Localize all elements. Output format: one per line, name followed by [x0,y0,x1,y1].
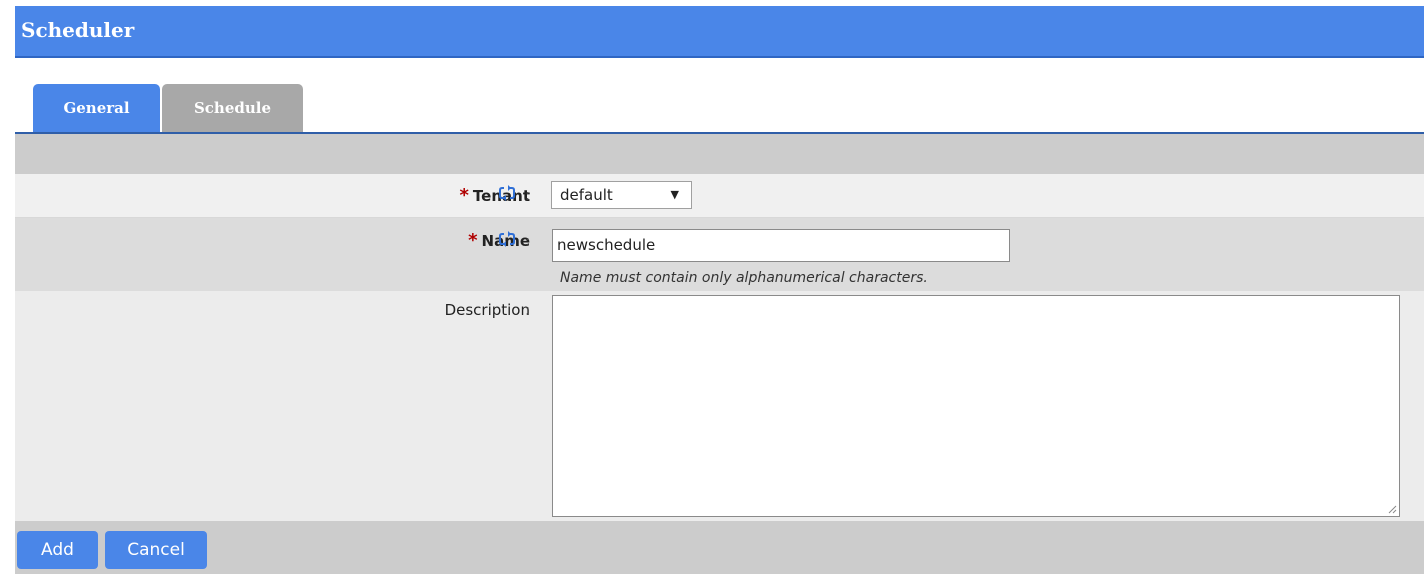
tenant-colon: : [525,186,531,204]
name-refresh-icon[interactable] [499,230,515,248]
description-colon: : [525,301,531,319]
title-bar: Scheduler [15,6,1424,58]
tenant-selected-value: default [560,186,613,204]
required-mark: * [468,230,478,251]
required-mark: * [459,185,469,206]
tenant-refresh-icon[interactable] [499,184,515,202]
name-hint: Name must contain only alphanumerical ch… [560,270,928,286]
resize-grip-icon[interactable] [1387,504,1397,514]
description-textarea[interactable] [552,295,1400,517]
description-label: Description [444,301,530,319]
tab-strip: General Schedule [15,58,1424,138]
scheduler-dialog: Scheduler General Schedule * Tenant : def… [15,6,1424,574]
add-button[interactable]: Add [17,531,98,569]
tenant-row: * Tenant : default ▼ [15,174,1424,218]
cancel-button[interactable]: Cancel [105,531,207,569]
tenant-select[interactable]: default ▼ [551,181,692,209]
description-row: Description : [15,291,1424,521]
name-input[interactable]: newschedule [552,229,1010,262]
name-row: * Name : newschedule Name must contain on… [15,218,1424,291]
name-colon: : [525,232,531,250]
button-bar: Add Cancel [15,521,1424,574]
tab-general[interactable]: General [33,84,160,132]
tab-schedule[interactable]: Schedule [162,84,303,132]
section-header-bar [15,134,1424,174]
dropdown-arrow-icon: ▼ [670,188,679,201]
page-title: Scheduler [21,18,135,42]
tenant-label: * Tenant [460,185,531,206]
